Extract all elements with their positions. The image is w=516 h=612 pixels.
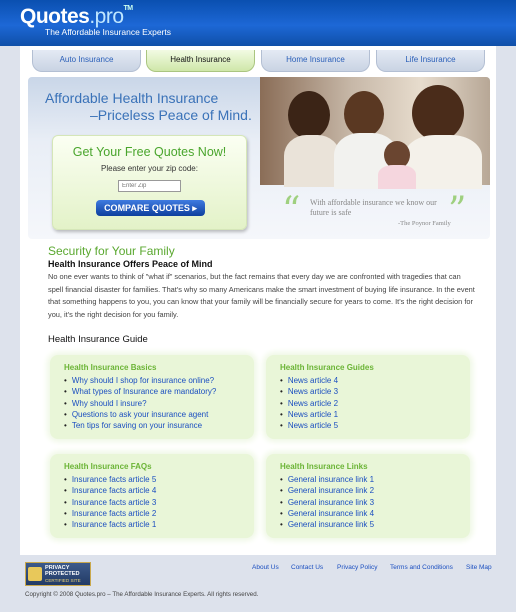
tab-health-insurance[interactable]: Health Insurance bbox=[146, 50, 255, 72]
basics-title: Health Insurance Basics bbox=[64, 363, 157, 372]
list-item[interactable]: Insurance facts article 3 bbox=[64, 497, 156, 508]
hero-headline-2: –Priceless Peace of Mind. bbox=[90, 107, 252, 123]
tab-life-insurance[interactable]: Life Insurance bbox=[376, 50, 485, 72]
list-item[interactable]: General insurance link 5 bbox=[280, 519, 374, 530]
guides-list: News article 4 News article 3 News artic… bbox=[280, 375, 338, 431]
baby-outfit bbox=[378, 165, 416, 189]
family-photo bbox=[260, 77, 490, 189]
site-header: Quotes.proTM The Affordable Insurance Ex… bbox=[0, 0, 516, 46]
list-item[interactable]: Insurance facts article 1 bbox=[64, 519, 156, 530]
faqs-title: Health Insurance FAQs bbox=[64, 462, 152, 471]
footer-link-about[interactable]: About Us bbox=[252, 564, 279, 571]
list-item[interactable]: Insurance facts article 2 bbox=[64, 508, 156, 519]
links-title: Health Insurance Links bbox=[280, 462, 368, 471]
guide-heading: Health Insurance Guide bbox=[48, 334, 148, 345]
footer-link-privacy[interactable]: Privacy Policy bbox=[337, 564, 377, 571]
logo-main: Quotes bbox=[20, 5, 90, 28]
list-item[interactable]: What types of Insurance are mandatory? bbox=[64, 386, 217, 397]
list-item[interactable]: Why should I insure? bbox=[64, 398, 216, 409]
compare-quotes-button[interactable]: COMPARE QUOTES ▸ bbox=[96, 200, 205, 216]
badge-subtext: CERTIFIED SITE bbox=[45, 578, 81, 583]
logo-trademark: TM bbox=[123, 5, 134, 12]
testimonial: “ With affordable insurance we know our … bbox=[280, 193, 480, 233]
logo[interactable]: Quotes.proTM bbox=[20, 5, 133, 29]
page-content: Auto Insurance Health Insurance Home Ins… bbox=[20, 46, 496, 555]
tagline: The Affordable Insurance Experts bbox=[45, 27, 172, 37]
faqs-list: Insurance facts article 5 Insurance fact… bbox=[64, 474, 156, 530]
faqs-box: Health Insurance FAQs Insurance facts ar… bbox=[50, 454, 254, 538]
list-item[interactable]: Insurance facts article 5 bbox=[64, 474, 156, 485]
offers-heading: Health Insurance Offers Peace of Mind bbox=[48, 259, 213, 269]
list-item[interactable]: Insurance facts article 4 bbox=[64, 485, 156, 496]
basics-box: Health Insurance Basics Why should I sho… bbox=[50, 355, 254, 439]
quote-form-title: Get Your Free Quotes Now! bbox=[72, 145, 227, 159]
list-item[interactable]: General insurance link 1 bbox=[280, 474, 374, 485]
father-figure bbox=[344, 91, 384, 137]
list-item[interactable]: General insurance link 2 bbox=[280, 485, 374, 496]
testimonial-text: With affordable insurance we know our fu… bbox=[310, 198, 437, 217]
security-heading: Security for Your Family bbox=[48, 244, 175, 258]
links-box: Health Insurance Links General insurance… bbox=[266, 454, 470, 538]
padlock-icon bbox=[28, 567, 42, 581]
basics-list: Why should I shop for insurance online? … bbox=[64, 375, 217, 431]
list-item[interactable]: News article 4 bbox=[280, 375, 338, 386]
list-item[interactable]: News article 5 bbox=[280, 420, 338, 431]
list-item[interactable]: News article 2 bbox=[280, 398, 338, 409]
badge-text: PRIVACY PROTECTED bbox=[45, 565, 80, 578]
main-nav: Auto Insurance Health Insurance Home Ins… bbox=[32, 50, 485, 72]
testimonial-author: -The Poynor Family bbox=[398, 220, 451, 227]
zip-label: Please enter your zip code: bbox=[101, 164, 198, 173]
list-item[interactable]: Ten tips for saving on your insurance bbox=[64, 420, 216, 431]
footer-link-sitemap[interactable]: Site Map bbox=[466, 564, 492, 571]
body-paragraph: No one ever wants to think of "what if" … bbox=[48, 272, 475, 319]
tab-auto-insurance[interactable]: Auto Insurance bbox=[32, 50, 141, 72]
footer-link-contact[interactable]: Contact Us bbox=[291, 564, 323, 571]
list-item[interactable]: Why should I shop for insurance online? bbox=[64, 375, 216, 386]
list-item[interactable]: News article 1 bbox=[280, 409, 338, 420]
copyright: Copyright © 2008 Quotes.pro – The Afford… bbox=[25, 591, 259, 598]
quote-form: Get Your Free Quotes Now! Please enter y… bbox=[52, 135, 247, 230]
list-item[interactable]: News article 3 bbox=[280, 386, 338, 397]
logo-pro: .pro bbox=[89, 5, 124, 28]
mother-figure bbox=[412, 85, 464, 141]
guides-box: Health Insurance Guides News article 4 N… bbox=[266, 355, 470, 439]
links-list: General insurance link 1 General insuran… bbox=[280, 474, 374, 530]
hero-headline-1: Affordable Health Insurance bbox=[45, 90, 219, 106]
tab-home-insurance[interactable]: Home Insurance bbox=[261, 50, 370, 72]
zip-input[interactable] bbox=[118, 180, 181, 192]
girl-shirt bbox=[284, 135, 340, 187]
guides-title: Health Insurance Guides bbox=[280, 363, 374, 372]
privacy-badge[interactable]: PRIVACY PROTECTED CERTIFIED SITE bbox=[25, 562, 91, 586]
open-quote-icon: “ bbox=[282, 190, 301, 231]
girl-figure bbox=[288, 91, 330, 139]
list-item[interactable]: General insurance link 4 bbox=[280, 508, 374, 519]
list-item[interactable]: General insurance link 3 bbox=[280, 497, 374, 508]
list-item[interactable]: Questions to ask your insurance agent bbox=[64, 409, 216, 420]
footer-link-terms[interactable]: Terms and Conditions bbox=[390, 564, 453, 571]
